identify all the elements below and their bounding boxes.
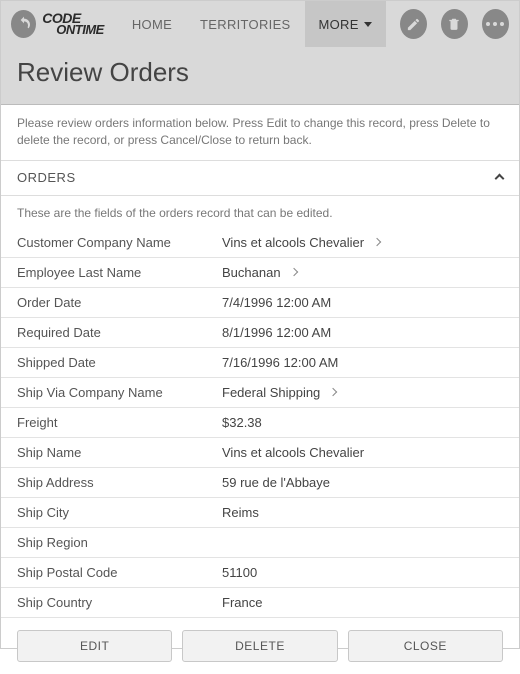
field-label: Ship City: [17, 505, 222, 520]
logo-line2: ONTIME: [56, 24, 104, 35]
chevron-right-icon: [373, 238, 381, 246]
nav-home[interactable]: HOME: [118, 1, 186, 47]
field-freight: Freight $32.38: [1, 408, 519, 438]
dots-horizontal-icon: [486, 22, 504, 26]
field-ship-postal-code: Ship Postal Code 51100: [1, 558, 519, 588]
chevron-up-icon: [496, 169, 503, 187]
pencil-icon: [406, 17, 421, 32]
field-value-link[interactable]: Federal Shipping: [222, 385, 336, 400]
nav-more[interactable]: MORE: [305, 1, 386, 47]
field-shipped-date: Shipped Date 7/16/1996 12:00 AM: [1, 348, 519, 378]
more-icon-button[interactable]: [482, 9, 509, 39]
field-label: Order Date: [17, 295, 222, 310]
footer-actions: EDIT DELETE CLOSE: [1, 618, 519, 674]
field-employee-last-name: Employee Last Name Buchanan: [1, 258, 519, 288]
field-ship-name: Ship Name Vins et alcools Chevalier: [1, 438, 519, 468]
field-value: France: [222, 595, 262, 610]
section-title: ORDERS: [17, 170, 76, 185]
delete-icon-button[interactable]: [441, 9, 468, 39]
delete-button[interactable]: DELETE: [182, 630, 337, 662]
field-value-link[interactable]: Vins et alcools Chevalier: [222, 235, 380, 250]
edit-button[interactable]: EDIT: [17, 630, 172, 662]
field-label: Ship Via Company Name: [17, 385, 222, 400]
field-value-link[interactable]: Buchanan: [222, 265, 297, 280]
field-value-text: Vins et alcools Chevalier: [222, 235, 364, 250]
field-value: Vins et alcools Chevalier: [222, 445, 364, 460]
field-label: Ship Region: [17, 535, 222, 550]
header-bar: CODE ONTIME HOME TERRITORIES MORE Review…: [1, 1, 519, 105]
field-ship-address: Ship Address 59 rue de l'Abbaye: [1, 468, 519, 498]
nav-territories[interactable]: TERRITORIES: [186, 1, 304, 47]
field-ship-country: Ship Country France: [1, 588, 519, 618]
field-ship-via-company-name: Ship Via Company Name Federal Shipping: [1, 378, 519, 408]
trash-icon: [447, 17, 461, 31]
field-value: 7/16/1996 12:00 AM: [222, 355, 338, 370]
field-value: 59 rue de l'Abbaye: [222, 475, 330, 490]
caret-down-icon: [364, 22, 372, 27]
nav-more-label: MORE: [319, 17, 359, 32]
edit-icon-button[interactable]: [400, 9, 427, 39]
field-label: Ship Address: [17, 475, 222, 490]
field-value: 51100: [222, 565, 257, 580]
field-value: $32.38: [222, 415, 262, 430]
field-ship-region: Ship Region: [1, 528, 519, 558]
field-label: Shipped Date: [17, 355, 222, 370]
fields-list: Customer Company Name Vins et alcools Ch…: [1, 228, 519, 618]
field-label: Employee Last Name: [17, 265, 222, 280]
field-ship-city: Ship City Reims: [1, 498, 519, 528]
field-label: Required Date: [17, 325, 222, 340]
chevron-right-icon: [329, 388, 337, 396]
section-header-orders[interactable]: ORDERS: [1, 161, 519, 196]
field-label: Freight: [17, 415, 222, 430]
close-button[interactable]: CLOSE: [348, 630, 503, 662]
field-value: Reims: [222, 505, 259, 520]
top-nav: HOME TERRITORIES MORE: [118, 1, 386, 47]
field-value-text: Buchanan: [222, 265, 281, 280]
page-instructions: Please review orders information below. …: [1, 105, 519, 161]
field-value: 8/1/1996 12:00 AM: [222, 325, 331, 340]
back-arrow-icon: [16, 16, 32, 32]
field-value-text: Federal Shipping: [222, 385, 320, 400]
section-description: These are the fields of the orders recor…: [1, 196, 519, 228]
field-label: Customer Company Name: [17, 235, 222, 250]
field-value: 7/4/1996 12:00 AM: [222, 295, 331, 310]
field-required-date: Required Date 8/1/1996 12:00 AM: [1, 318, 519, 348]
field-label: Ship Name: [17, 445, 222, 460]
back-button[interactable]: [11, 10, 36, 38]
app-logo: CODE ONTIME: [42, 13, 104, 36]
field-label: Ship Country: [17, 595, 222, 610]
field-order-date: Order Date 7/4/1996 12:00 AM: [1, 288, 519, 318]
chevron-right-icon: [289, 268, 297, 276]
field-customer-company-name: Customer Company Name Vins et alcools Ch…: [1, 228, 519, 258]
page-title: Review Orders: [1, 47, 519, 104]
field-label: Ship Postal Code: [17, 565, 222, 580]
